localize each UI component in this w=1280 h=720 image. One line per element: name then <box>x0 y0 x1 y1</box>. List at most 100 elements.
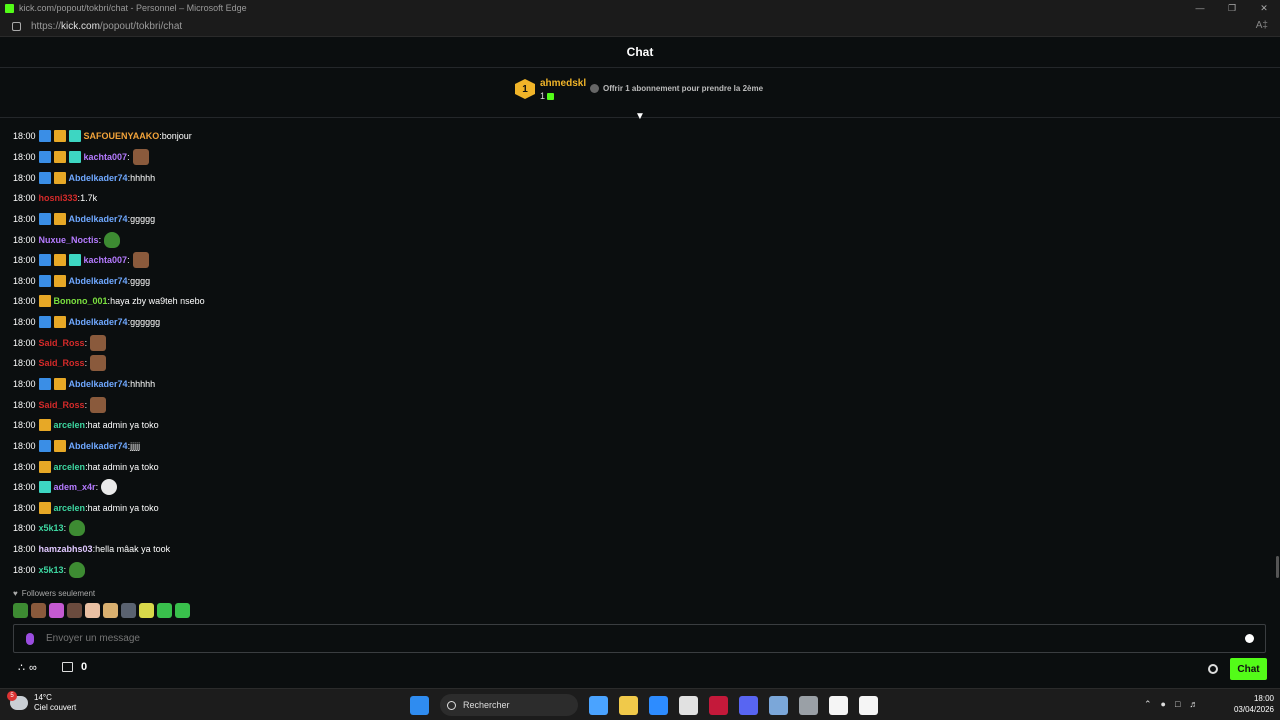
minimize-icon[interactable]: — <box>1184 0 1216 16</box>
message-username[interactable]: Said_Ross <box>39 400 85 410</box>
chevron-up-icon[interactable]: ⌃ <box>1144 699 1152 710</box>
message-timestamp: 18:00 <box>13 523 36 534</box>
url-host: kick.com <box>61 20 100 32</box>
message-timestamp: 18:00 <box>13 255 36 266</box>
microphone-tray-icon[interactable]: ● <box>1161 699 1166 710</box>
message-username[interactable]: Bonono_001 <box>54 296 108 306</box>
message-username[interactable]: kachta007 <box>84 152 128 162</box>
message-username[interactable]: SAFOUENYAAKO <box>84 131 160 141</box>
message-username[interactable]: arcelen <box>54 462 86 472</box>
cloud-icon: 5 <box>7 691 28 710</box>
quick-emote-icon[interactable] <box>175 603 190 618</box>
quick-emote-icon[interactable] <box>31 603 46 618</box>
page-scrollbar[interactable] <box>1276 556 1279 578</box>
volume-icon[interactable]: ♬ <box>1189 699 1198 710</box>
quick-emote-icon[interactable] <box>85 603 100 618</box>
collapse-pinned-icon[interactable]: ▼ <box>634 112 646 122</box>
kick-favicon-icon <box>5 3 14 13</box>
quick-emote-icon[interactable] <box>67 603 82 618</box>
quick-emote-icon[interactable] <box>103 603 118 618</box>
quick-emote-icon[interactable] <box>13 603 28 618</box>
message-timestamp: 18:00 <box>13 379 36 389</box>
chat-message: 18:00 kachta007: <box>13 250 1263 271</box>
points-dots-icon: ∴ <box>18 662 25 674</box>
message-username[interactable]: Said_Ross <box>39 358 85 368</box>
pinned-username[interactable]: ahmedskl <box>540 78 586 89</box>
message-separator: : <box>127 151 130 162</box>
emote-icon <box>69 520 86 537</box>
taskbar-app-icon[interactable] <box>619 695 638 715</box>
message-username[interactable]: Said_Ross <box>39 338 85 348</box>
message-timestamp: 18:00 <box>13 193 36 204</box>
taskbar-app-icon[interactable] <box>859 695 878 715</box>
taskbar-app-icon[interactable] <box>649 695 668 715</box>
vip-badge-icon <box>53 254 66 267</box>
message-username[interactable]: hamzabhs03 <box>39 544 93 554</box>
clock-time: 18:00 <box>1253 694 1274 703</box>
taskbar-app-icon[interactable] <box>769 695 788 715</box>
message-text: hella mâak ya took <box>95 544 171 555</box>
message-timestamp: 18:00 <box>13 296 36 307</box>
sub-badge-icon <box>38 212 51 225</box>
restore-icon[interactable]: ❐ <box>1216 0 1248 16</box>
message-username[interactable]: kachta007 <box>84 255 128 265</box>
lock-icon[interactable] <box>12 21 21 31</box>
weather-widget[interactable]: 5 14°C Ciel couvert <box>7 691 77 713</box>
og-badge-icon <box>38 481 51 494</box>
message-username[interactable]: hosni333 <box>39 193 78 203</box>
quick-emote-icon[interactable] <box>49 603 64 618</box>
emote-icon <box>132 148 149 165</box>
taskbar-app-icon[interactable] <box>739 695 758 715</box>
system-clock[interactable]: 18:00 03/04/2026 <box>1224 693 1274 715</box>
message-username[interactable]: Abdelkader74 <box>69 276 128 286</box>
network-icon[interactable]: □ <box>1175 699 1180 710</box>
message-username[interactable]: adem_x4r <box>54 482 96 492</box>
store-points[interactable]: 0 <box>62 661 87 673</box>
taskbar-search[interactable]: Rechercher <box>440 694 578 716</box>
gift-sub-cta[interactable]: Offrir 1 abonnement pour prendre la 2ème <box>590 84 763 93</box>
message-username[interactable]: arcelen <box>54 420 86 430</box>
message-username[interactable]: Abdelkader74 <box>69 317 128 327</box>
taskbar-app-icon[interactable] <box>829 695 848 715</box>
read-aloud-icon[interactable]: A‡ <box>1256 20 1268 31</box>
message-username[interactable]: Abdelkader74 <box>69 173 128 183</box>
search-icon <box>447 700 456 710</box>
message-input[interactable] <box>46 633 1245 644</box>
message-username[interactable]: x5k13 <box>39 523 64 533</box>
message-username[interactable]: Abdelkader74 <box>69 379 128 389</box>
settings-gear-icon[interactable] <box>1208 664 1218 674</box>
message-username[interactable]: Abdelkader74 <box>69 441 128 451</box>
taskbar-app-icon[interactable] <box>589 695 608 715</box>
chat-message: 18:00 x5k13: <box>13 518 1263 539</box>
microphone-icon[interactable] <box>26 632 34 645</box>
temperature: 14°C <box>34 693 52 702</box>
quick-emote-icon[interactable] <box>157 603 172 618</box>
message-username[interactable]: Nuxue_Noctis <box>39 235 99 245</box>
weather-condition: Ciel couvert <box>34 703 77 712</box>
vip-badge-icon <box>38 501 51 514</box>
windows-start-icon[interactable] <box>410 695 429 715</box>
message-text: hat admin ya toko <box>87 420 159 431</box>
quick-emote-icon[interactable] <box>139 603 154 618</box>
taskbar-app-icon[interactable] <box>679 695 698 715</box>
send-chat-button[interactable]: Chat <box>1230 658 1267 680</box>
message-username[interactable]: x5k13 <box>39 565 64 575</box>
points-count: 0 <box>81 661 88 673</box>
chat-message: 18:00 arcelen: hat admin ya toko <box>13 456 1263 477</box>
sub-badge-icon <box>38 378 51 390</box>
sub-badge-icon <box>38 316 51 329</box>
taskbar-app-icon[interactable] <box>709 695 728 715</box>
message-text: hhhhh <box>130 172 156 183</box>
chat-message: 18:00 Said_Ross: <box>13 394 1263 415</box>
message-username[interactable]: Abdelkader74 <box>69 214 128 224</box>
emoji-picker-icon[interactable] <box>1245 634 1254 643</box>
vip-badge-icon <box>53 316 66 329</box>
message-username[interactable]: arcelen <box>54 503 86 513</box>
close-icon[interactable]: ✕ <box>1248 0 1280 16</box>
quick-emote-icon[interactable] <box>121 603 136 618</box>
taskbar-app-icon[interactable] <box>799 695 818 715</box>
message-timestamp: 18:00 <box>13 502 36 513</box>
message-input-box[interactable] <box>13 624 1266 653</box>
address-bar[interactable]: https://kick.com/popout/tokbri/chat A‡ <box>0 16 1280 37</box>
loyalty-points[interactable]: ∴ ∞ <box>18 661 37 675</box>
